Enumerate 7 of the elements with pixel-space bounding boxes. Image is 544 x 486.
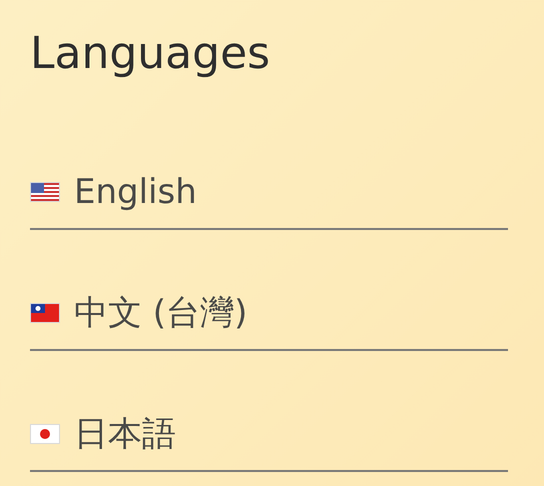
flag-icon xyxy=(30,182,60,202)
language-item[interactable]: English xyxy=(30,166,508,230)
page-title: Languages xyxy=(30,27,272,81)
flag-icon xyxy=(30,303,60,323)
language-item[interactable]: 中文 (台灣) xyxy=(30,287,508,351)
flag-icon xyxy=(30,424,60,444)
language-item[interactable]: 日本語 xyxy=(30,408,508,472)
